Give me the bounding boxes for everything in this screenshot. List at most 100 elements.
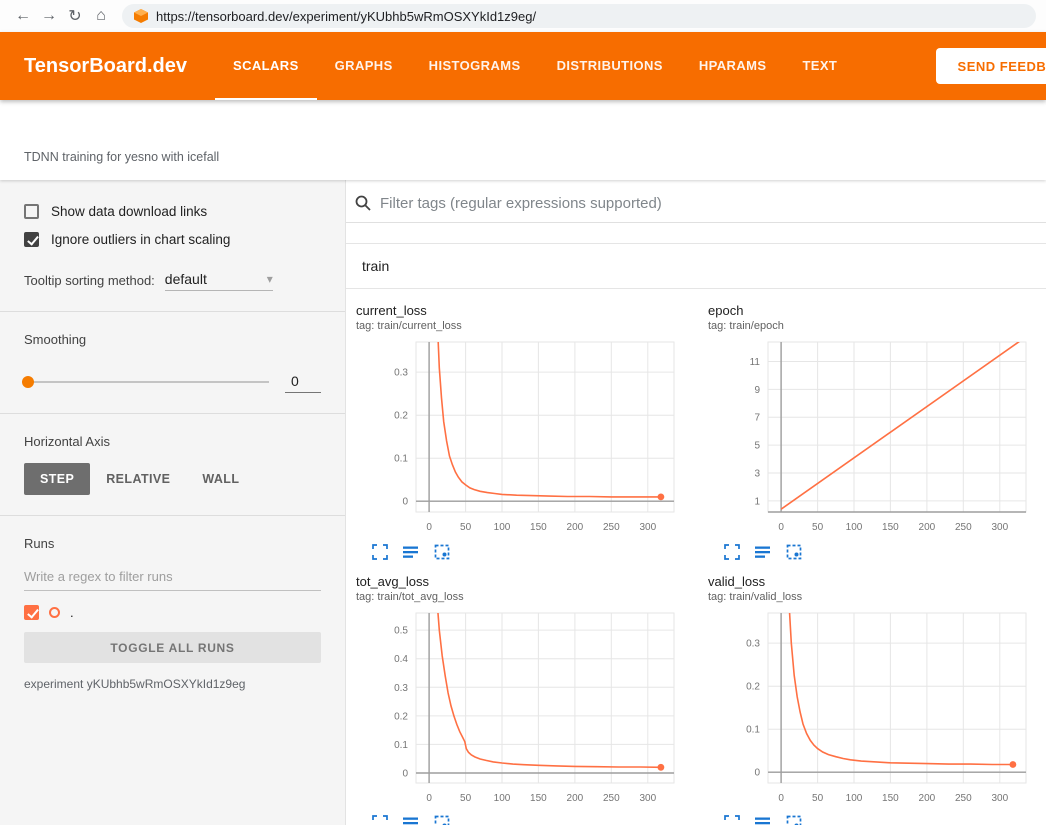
svg-text:0.2: 0.2	[394, 711, 408, 722]
smoothing-slider-row	[24, 371, 321, 393]
svg-text:50: 50	[812, 522, 824, 533]
svg-text:200: 200	[919, 522, 936, 533]
chart-tag: tag: train/epoch	[698, 320, 1046, 332]
line-chart[interactable]: 1357911050100150200250300	[704, 336, 1034, 536]
toggle-y-axis-icon[interactable]	[755, 815, 771, 825]
svg-text:150: 150	[882, 793, 899, 804]
svg-text:150: 150	[882, 522, 899, 533]
tag-filter-input[interactable]	[380, 195, 1046, 212]
fit-domain-icon[interactable]	[434, 815, 450, 825]
page: ← → ↻ ⌂ https://tensorboard.dev/experime…	[0, 0, 1046, 825]
svg-text:200: 200	[919, 793, 936, 804]
tab-distributions[interactable]: DISTRIBUTIONS	[539, 32, 681, 100]
back-icon[interactable]: ←	[10, 7, 36, 25]
chart-plot[interactable]: 00.10.20.3050100150200250300	[346, 336, 698, 541]
svg-text:0: 0	[426, 522, 432, 533]
horizontal-axis-buttons: STEP RELATIVE WALL	[24, 463, 321, 495]
chart-toolbar	[346, 815, 698, 825]
horizontal-axis-label: Horizontal Axis	[24, 434, 321, 449]
ignore-outliers-row[interactable]: Ignore outliers in chart scaling	[24, 232, 321, 247]
expand-chart-icon[interactable]	[372, 544, 388, 560]
send-feedback-button[interactable]: SEND FEEDBACK	[936, 48, 1046, 84]
fit-domain-icon[interactable]	[786, 815, 802, 825]
smoothing-label: Smoothing	[24, 332, 321, 347]
chart-plot[interactable]: 1357911050100150200250300	[698, 336, 1046, 541]
run-row[interactable]: .	[24, 605, 321, 620]
svg-text:300: 300	[639, 793, 656, 804]
smoothing-slider-thumb[interactable]	[22, 376, 34, 388]
expand-chart-icon[interactable]	[372, 815, 388, 825]
chart-card-tot-avg-loss: tot_avg_loss tag: train/tot_avg_loss 0 0.…	[346, 574, 698, 825]
tab-scalars[interactable]: SCALARS	[215, 32, 317, 100]
runs-label: Runs	[24, 536, 321, 551]
chart-card-current-loss: current_loss tag: train/current_loss 0 0.…	[346, 303, 698, 560]
chart-title: tot_avg_loss	[346, 574, 698, 589]
svg-text:0.3: 0.3	[746, 639, 760, 650]
toggle-y-axis-icon[interactable]	[403, 815, 419, 825]
svg-text:300: 300	[991, 522, 1008, 533]
chart-title: current_loss	[346, 303, 698, 318]
axis-wall-button[interactable]: WALL	[186, 463, 255, 495]
svg-text:0: 0	[754, 768, 760, 779]
forward-icon[interactable]: →	[36, 7, 62, 25]
fit-domain-icon[interactable]	[434, 544, 450, 560]
toggle-y-axis-icon[interactable]	[403, 544, 419, 560]
run-checkbox[interactable]	[24, 605, 39, 620]
url-text[interactable]: https://tensorboard.dev/experiment/yKUbh…	[156, 9, 536, 24]
tooltip-sorting-value: default	[165, 271, 207, 287]
svg-text:250: 250	[603, 793, 620, 804]
toggle-all-runs-button[interactable]: TOGGLE ALL RUNS	[24, 632, 321, 663]
sidebar-divider	[0, 311, 345, 312]
svg-text:0.1: 0.1	[746, 725, 760, 736]
svg-text:50: 50	[460, 793, 472, 804]
expand-chart-icon[interactable]	[724, 544, 740, 560]
svg-text:0: 0	[402, 769, 408, 780]
smoothing-slider[interactable]	[24, 381, 269, 383]
svg-text:50: 50	[460, 522, 472, 533]
tab-text[interactable]: TEXT	[784, 32, 855, 100]
chart-plot[interactable]: 00.10.20.30.40.5050100150200250300	[346, 607, 698, 812]
runs-filter-input[interactable]	[24, 561, 321, 591]
app-title: TensorBoard.dev	[24, 55, 187, 78]
address-bar[interactable]: https://tensorboard.dev/experiment/yKUbh…	[122, 4, 1036, 28]
svg-text:3: 3	[754, 469, 760, 480]
tooltip-sorting-select[interactable]: default ▾	[165, 271, 273, 291]
svg-text:0.1: 0.1	[394, 454, 408, 465]
svg-text:0: 0	[426, 793, 432, 804]
expand-chart-icon[interactable]	[724, 815, 740, 825]
reload-icon[interactable]: ↻	[62, 6, 88, 26]
smoothing-value-input[interactable]	[285, 371, 321, 393]
fit-domain-icon[interactable]	[786, 544, 802, 560]
ignore-outliers-label: Ignore outliers in chart scaling	[51, 232, 230, 247]
tab-graphs[interactable]: GRAPHS	[317, 32, 411, 100]
tab-hparams[interactable]: HPARAMS	[681, 32, 785, 100]
sidebar-divider	[0, 413, 345, 414]
browser-toolbar: ← → ↻ ⌂ https://tensorboard.dev/experime…	[0, 0, 1046, 32]
tooltip-sorting-row: Tooltip sorting method: default ▾	[24, 271, 321, 291]
search-icon	[354, 194, 372, 212]
line-chart[interactable]: 00.10.20.30.40.5050100150200250300	[352, 607, 682, 807]
experiment-header: TDNN training for yesno with icefall	[0, 100, 1046, 180]
chart-plot[interactable]: 00.10.20.3050100150200250300	[698, 607, 1046, 812]
home-icon[interactable]: ⌂	[88, 7, 114, 25]
show-download-links-checkbox[interactable]	[24, 204, 39, 219]
axis-relative-button[interactable]: RELATIVE	[90, 463, 186, 495]
tab-histograms[interactable]: HISTOGRAMS	[411, 32, 539, 100]
chart-tag: tag: train/tot_avg_loss	[346, 591, 698, 603]
chart-title: epoch	[698, 303, 1046, 318]
line-chart[interactable]: 00.10.20.3050100150200250300	[704, 607, 1034, 807]
train-section-header[interactable]: train	[346, 243, 1046, 289]
ignore-outliers-checkbox[interactable]	[24, 232, 39, 247]
experiment-note: experiment yKUbhb5wRmOSXYkId1z9eg	[24, 677, 321, 691]
sidebar-divider	[0, 515, 345, 516]
tooltip-sorting-label: Tooltip sorting method:	[24, 273, 155, 291]
chart-toolbar	[346, 544, 698, 560]
svg-text:200: 200	[567, 793, 584, 804]
axis-step-button[interactable]: STEP	[24, 463, 90, 495]
show-download-links-row[interactable]: Show data download links	[24, 204, 321, 219]
chart-tag: tag: train/current_loss	[346, 320, 698, 332]
svg-text:0: 0	[402, 497, 408, 508]
svg-text:250: 250	[955, 793, 972, 804]
line-chart[interactable]: 00.10.20.3050100150200250300	[352, 336, 682, 536]
toggle-y-axis-icon[interactable]	[755, 544, 771, 560]
